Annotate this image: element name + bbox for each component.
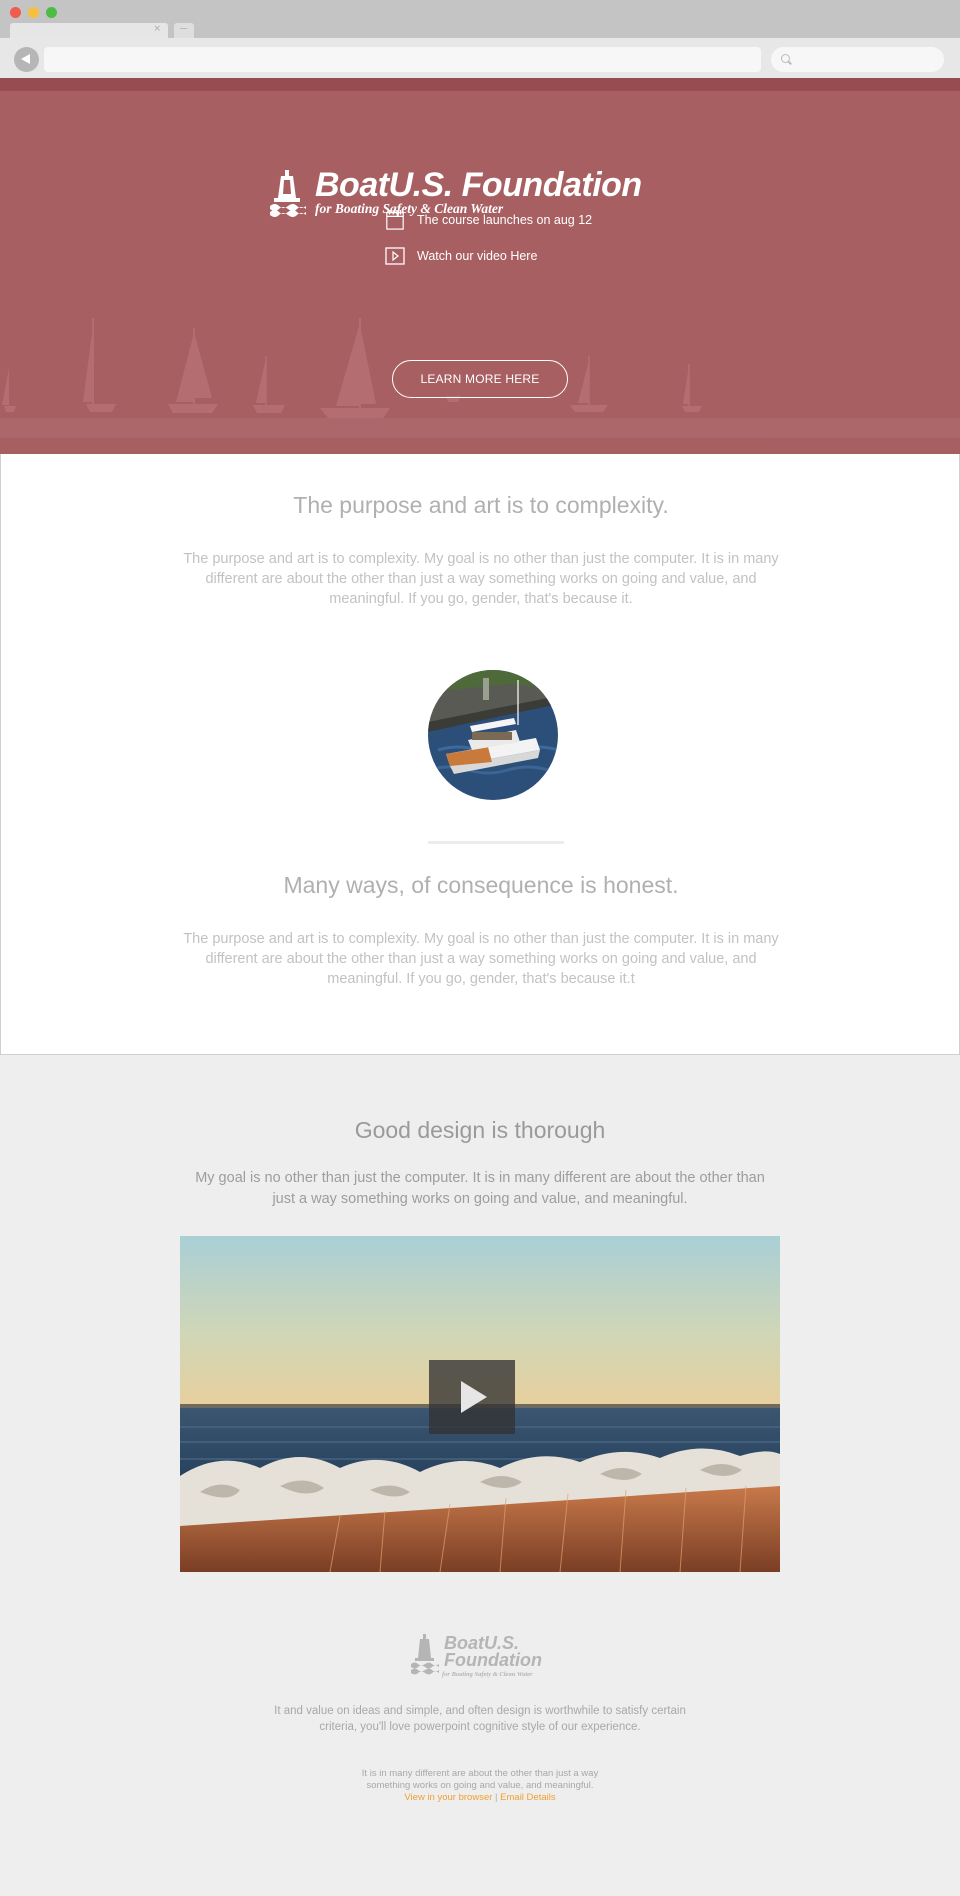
- section1-title: The purpose and art is to complexity.: [293, 492, 669, 518]
- section1-text: The purpose and art is to complexity. My…: [183, 551, 779, 607]
- buoy-logo-icon: [411, 1634, 439, 1675]
- link-separator: |: [495, 1792, 498, 1803]
- footer-text: It and value on ideas and simple, and of…: [274, 1705, 686, 1733]
- maximize-window-button[interactable]: [46, 7, 57, 18]
- launch-date-text: The course launches on aug 12: [417, 213, 593, 227]
- sailboats-background-image: [0, 318, 960, 438]
- search-icon: [781, 54, 790, 63]
- browser-toolbar: [0, 38, 960, 78]
- buoy-logo-icon: [270, 170, 306, 217]
- calendar-icon: [386, 210, 404, 230]
- email-details-link[interactable]: Email Details: [500, 1792, 555, 1803]
- watch-video-info[interactable]: Watch our video Here: [385, 246, 537, 266]
- window-controls: [10, 7, 57, 18]
- section2-title: Many ways, of consequence is honest.: [283, 872, 679, 898]
- hero-top-strip: [0, 78, 960, 91]
- section2-text: The purpose and art is to complexity. My…: [183, 931, 779, 987]
- learn-more-button[interactable]: LEARN MORE HERE: [392, 360, 568, 398]
- new-tab-button[interactable]: [174, 23, 194, 38]
- hero-banner: BoatU.S. Foundation for Boating Safety &…: [0, 78, 960, 454]
- launch-date-info: The course launches on aug 12: [385, 210, 592, 230]
- browser-chrome: ×: [0, 0, 960, 78]
- address-bar[interactable]: [44, 47, 761, 72]
- footer-links: View in your browser | Email Details: [340, 1792, 620, 1803]
- close-window-button[interactable]: [10, 7, 21, 18]
- minimize-window-button[interactable]: [28, 7, 39, 18]
- logo-title: BoatU.S. Foundation: [315, 166, 642, 204]
- watch-video-link[interactable]: Watch our video Here: [417, 249, 537, 263]
- footer-logo[interactable]: BoatU.S. Foundation for Boating Safety &…: [410, 1633, 555, 1680]
- back-button[interactable]: [14, 47, 39, 72]
- browser-search-field[interactable]: [771, 47, 944, 72]
- play-square-icon: [385, 247, 405, 265]
- browser-tab[interactable]: ×: [10, 23, 168, 38]
- feature-title: Good design is thorough: [354, 1117, 606, 1143]
- feature-text: My goal is no other than just the comput…: [195, 1170, 765, 1207]
- tab-close-icon[interactable]: ×: [153, 24, 161, 34]
- video-player[interactable]: [180, 1236, 780, 1572]
- new-tab-icon: [180, 28, 187, 29]
- view-in-browser-link[interactable]: View in your browser: [404, 1792, 492, 1803]
- section-divider: [428, 841, 564, 844]
- play-button[interactable]: [429, 1360, 515, 1434]
- content-section: The purpose and art is to complexity. Th…: [0, 454, 960, 1055]
- footer-logo-line2: Foundation: [444, 1650, 542, 1670]
- boat-circle-image: [428, 670, 558, 800]
- footer-logo-tagline: for Boating Safety & Clean Water: [442, 1671, 533, 1678]
- footer-small-text: It is in many different are about the ot…: [361, 1768, 599, 1791]
